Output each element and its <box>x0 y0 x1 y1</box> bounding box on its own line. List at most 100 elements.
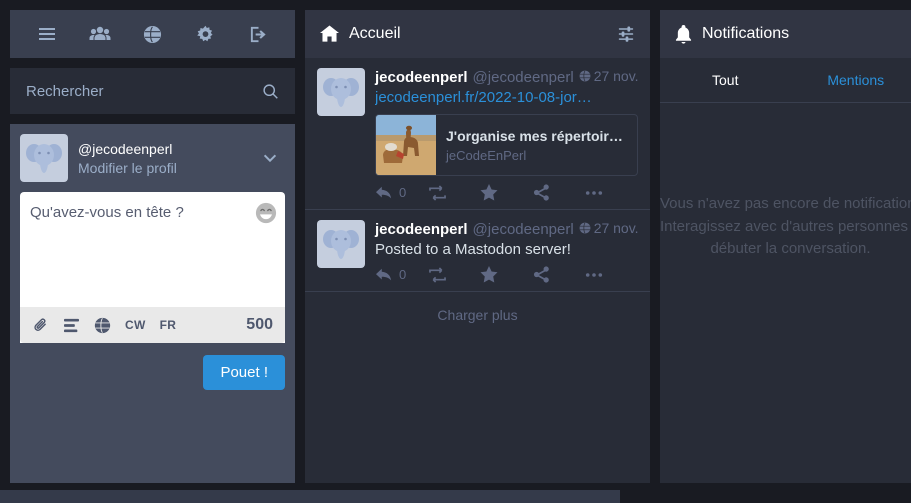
menu-icon[interactable] <box>27 17 67 51</box>
boost-icon <box>428 184 446 201</box>
drawer-column: @jecodeenperl Modifier le profil <box>10 10 295 483</box>
timestamp-text: 27 nov. <box>593 68 639 84</box>
status-action-bar: 0 <box>375 184 638 201</box>
visibility-globe-icon[interactable] <box>94 317 111 334</box>
notifications-column-header: Notifications <box>660 10 911 58</box>
status-timestamp[interactable]: 27 nov. <box>579 220 639 236</box>
share-button[interactable] <box>533 184 586 201</box>
globe-icon <box>579 222 591 234</box>
card-title: J'organise mes répertoire… <box>446 127 627 144</box>
link-preview-card[interactable]: J'organise mes répertoire… jeCodeEnPerl <box>375 114 638 176</box>
compose-actions: Pouet ! <box>10 343 295 390</box>
scrollbar-thumb[interactable] <box>0 490 620 503</box>
edit-profile-link[interactable]: Modifier le profil <box>78 160 251 176</box>
home-timeline[interactable]: jecodeenperl @jecodeenperl 27 nov. jecod… <box>305 58 650 483</box>
elephant-avatar-icon <box>26 144 62 173</box>
tab-all[interactable]: Tout <box>660 72 791 88</box>
boost-button[interactable] <box>428 266 481 283</box>
gear-icon[interactable] <box>186 17 226 51</box>
publish-button[interactable]: Pouet ! <box>203 355 285 390</box>
account-handle[interactable]: @jecodeenperl <box>473 69 574 86</box>
empty-state-line-2: Interagissez avec d'autres personnes pou… <box>660 217 911 235</box>
home-icon <box>320 25 339 43</box>
home-column-title: Accueil <box>349 25 401 42</box>
boost-icon <box>428 266 446 283</box>
horizontal-scrollbar[interactable] <box>0 488 911 503</box>
timestamp-text: 27 nov. <box>593 220 639 236</box>
search-input[interactable] <box>26 82 262 100</box>
globe-icon[interactable] <box>133 17 173 51</box>
logout-icon[interactable] <box>239 17 279 51</box>
share-icon <box>533 184 549 201</box>
tab-mentions[interactable]: Mentions <box>791 72 911 88</box>
star-icon <box>480 184 498 201</box>
elephant-avatar-icon <box>323 78 359 107</box>
empty-state: Vous n'avez pas encore de notifications.… <box>660 103 911 261</box>
mastodon-app: @jecodeenperl Modifier le profil <box>0 0 911 503</box>
content-warning-button[interactable]: CW <box>125 318 146 332</box>
reply-icon <box>376 186 392 198</box>
sliders-icon[interactable] <box>617 25 635 43</box>
home-column: Accueil jecodeenperl @jecodeenperl 27 no… <box>305 10 650 483</box>
display-name[interactable]: jecodeenperl <box>375 69 468 86</box>
home-column-header: Accueil <box>305 10 650 58</box>
boost-button[interactable] <box>428 184 481 201</box>
camel-photo-icon <box>376 115 436 175</box>
share-icon <box>533 266 549 283</box>
community-icon[interactable] <box>80 17 120 51</box>
reply-count: 0 <box>399 185 407 200</box>
card-provider: jeCodeEnPerl <box>446 147 527 163</box>
notifications-column-title: Notifications <box>702 25 790 42</box>
elephant-avatar-icon <box>323 230 359 259</box>
chevron-down-icon[interactable] <box>261 149 285 167</box>
notifications-tabs: Tout Mentions <box>660 58 911 103</box>
compose-toolbar: CW FR 500 <box>20 307 285 343</box>
status-header: jecodeenperl @jecodeenperl 27 nov. <box>375 68 639 86</box>
display-name[interactable]: jecodeenperl <box>375 221 468 238</box>
ellipsis-icon <box>586 190 603 195</box>
empty-state-line-1: Vous n'avez pas encore de notifications. <box>660 195 911 212</box>
status-content: jecodeenperl.fr/2022-10-08-jor… <box>375 89 638 106</box>
reply-button[interactable]: 0 <box>375 267 428 283</box>
drawer-content: @jecodeenperl Modifier le profil Qu'avez… <box>10 124 295 483</box>
load-more-link[interactable]: Charger plus <box>305 292 650 338</box>
globe-icon <box>579 70 591 82</box>
ellipsis-icon <box>586 272 603 277</box>
search-bar[interactable] <box>10 68 295 114</box>
table-row[interactable]: jecodeenperl @jecodeenperl 27 nov. <box>305 58 650 210</box>
reply-icon <box>376 268 392 280</box>
avatar[interactable] <box>317 68 365 116</box>
drawer-navigation <box>10 10 295 58</box>
reply-button[interactable]: 0 <box>375 185 428 201</box>
emoji-picker-icon[interactable] <box>255 202 277 224</box>
status-timestamp[interactable]: 27 nov. <box>579 68 639 84</box>
more-button[interactable] <box>585 190 638 196</box>
language-button[interactable]: FR <box>160 318 177 332</box>
notifications-list: Vous n'avez pas encore de notifications.… <box>660 103 911 483</box>
star-icon <box>480 266 498 283</box>
compose-textarea[interactable] <box>20 192 285 302</box>
account-handle[interactable]: @jecodeenperl <box>473 221 574 238</box>
notifications-column: Notifications Tout Mentions Vous n'avez … <box>660 10 911 483</box>
avatar[interactable] <box>20 134 68 182</box>
attach-icon[interactable] <box>32 317 49 334</box>
account-header: @jecodeenperl Modifier le profil <box>10 124 295 192</box>
avatar[interactable] <box>317 220 365 268</box>
compose-form: CW FR 500 <box>20 192 285 343</box>
card-thumbnail <box>376 115 436 175</box>
character-counter: 500 <box>246 316 273 333</box>
poll-icon[interactable] <box>63 318 80 333</box>
account-handle: @jecodeenperl <box>78 140 173 157</box>
table-row[interactable]: jecodeenperl @jecodeenperl 27 nov. <box>305 210 650 292</box>
status-action-bar: 0 <box>375 266 638 283</box>
status-link[interactable]: jecodeenperl.fr/2022-10-08-jor… <box>375 89 592 106</box>
search-icon <box>262 83 279 100</box>
bell-icon <box>675 24 692 44</box>
more-button[interactable] <box>585 272 638 278</box>
favourite-button[interactable] <box>480 184 533 201</box>
favourite-button[interactable] <box>480 266 533 283</box>
account-meta: @jecodeenperl Modifier le profil <box>78 141 251 176</box>
status-body: jecodeenperl @jecodeenperl 27 nov. <box>375 220 639 283</box>
share-button[interactable] <box>533 266 586 283</box>
empty-state-line-3: débuter la conversation. <box>710 240 871 257</box>
